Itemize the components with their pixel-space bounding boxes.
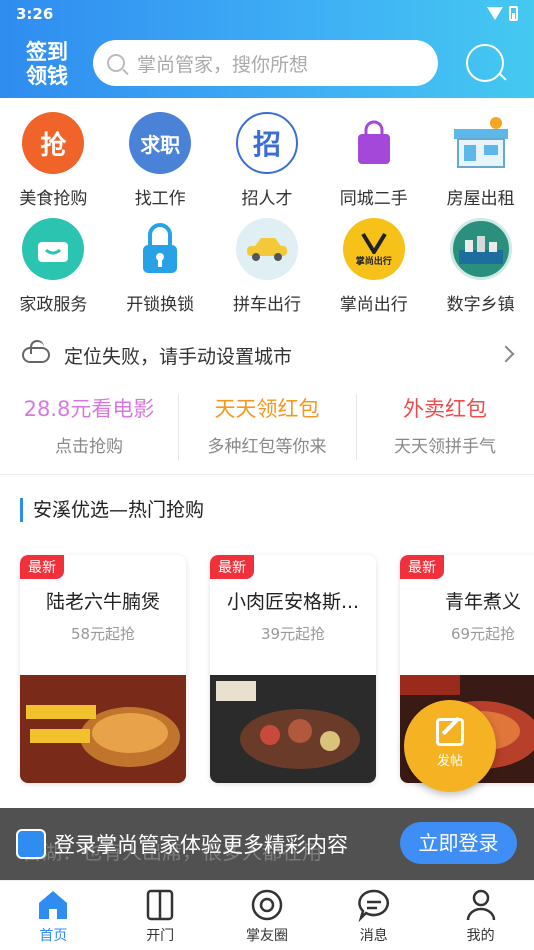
card-name: 青年煮义 <box>444 591 521 613</box>
recruit-icon: 招 <box>235 112 298 174</box>
search-icon <box>107 54 125 72</box>
chevron-right-icon <box>497 345 515 363</box>
tab-home[interactable]: 首页 <box>0 881 107 950</box>
section-title: 安溪优选—热门抢购 <box>20 498 204 522</box>
grid-label: 找工作 <box>134 189 186 209</box>
card-name: 小肉匠安格斯... <box>226 591 360 613</box>
edit-icon <box>436 718 464 746</box>
grid-item-housekeeping[interactable]: 家政服务 <box>0 214 107 320</box>
grid-item-secondhand[interactable]: 同城二手 <box>320 108 427 214</box>
promo-takeout[interactable]: 外卖红包 天天领拼手气 <box>356 392 534 464</box>
status-bar: 3:26 <box>0 0 534 28</box>
card-price: 69元起抢 <box>450 625 516 643</box>
location-text: 定位失败，请手动设置城市 <box>64 345 293 368</box>
grid-label: 美食抢购 <box>19 189 88 209</box>
lock-icon <box>129 218 191 280</box>
new-badge: 最新 <box>210 555 254 579</box>
search-button-icon[interactable] <box>466 44 504 82</box>
grid-label: 拼车出行 <box>232 295 301 315</box>
grab-icon: 抢 <box>22 112 85 174</box>
header: 3:26 签到领钱 掌尚管家，搜你所想 <box>0 0 534 98</box>
signin-button[interactable]: 签到领钱 <box>22 40 72 88</box>
post-label: 发帖 <box>436 754 463 769</box>
grid-item-carpool[interactable]: 拼车出行 <box>214 214 321 320</box>
grid-label: 同城二手 <box>339 189 408 209</box>
door-icon <box>146 889 174 921</box>
location-bar[interactable]: 定位失败，请手动设置城市 <box>0 330 534 380</box>
promo-sub: 多种红包等你来 <box>207 437 327 457</box>
divider <box>0 474 534 475</box>
person-icon <box>466 889 495 921</box>
shopping-bag-icon <box>343 112 405 174</box>
new-badge: 最新 <box>400 555 444 579</box>
app-logo-icon <box>16 829 46 859</box>
grid-item-jobs[interactable]: 求职 找工作 <box>107 108 214 214</box>
app-screen: 3:26 签到领钱 掌尚管家，搜你所想 抢 美食抢购 求职 找工作 招 招人才 … <box>0 0 534 950</box>
login-button[interactable]: 立即登录 <box>400 822 517 864</box>
battery-icon <box>509 6 518 21</box>
tab-label: 我的 <box>466 928 495 944</box>
grid-item-food[interactable]: 抢 美食抢购 <box>0 108 107 214</box>
card-price: 58元起抢 <box>70 625 136 643</box>
status-icons <box>487 6 518 21</box>
service-grid: 抢 美食抢购 求职 找工作 招 招人才 同城二手 房屋出租 家政服务 开锁换锁 … <box>0 108 534 320</box>
promo-sub: 天天领拼手气 <box>394 437 496 457</box>
tab-circle[interactable]: 掌友圈 <box>214 881 321 950</box>
circle-icon <box>251 889 283 921</box>
grid-item-locksmith[interactable]: 开锁换锁 <box>107 214 214 320</box>
banner-text: 登录掌尚管家体验更多精彩内容 <box>54 833 348 857</box>
cloud-icon <box>22 340 50 363</box>
car-icon <box>235 218 298 280</box>
card-name: 陆老六牛腩煲 <box>45 591 160 613</box>
grid-label: 招人才 <box>241 189 293 209</box>
tab-label: 掌友圈 <box>245 928 288 944</box>
promo-title: 28.8元看电影 <box>23 397 155 421</box>
login-banner: 首湖：也有人出席，很多人都在用 登录掌尚管家体验更多精彩内容 立即登录 <box>0 808 534 880</box>
grid-label: 开锁换锁 <box>126 295 195 315</box>
grid-label: 数字乡镇 <box>446 295 515 315</box>
new-badge: 最新 <box>20 555 64 579</box>
town-icon <box>449 218 512 280</box>
search-placeholder: 掌尚管家，搜你所想 <box>137 53 309 76</box>
wifi-icon <box>487 7 503 20</box>
grid-label: 家政服务 <box>19 295 88 315</box>
search-input[interactable]: 掌尚管家，搜你所想 <box>93 40 438 86</box>
deal-card[interactable]: 最新 小肉匠安格斯... 39元起抢 <box>210 555 376 783</box>
post-button[interactable]: 发帖 <box>404 700 496 792</box>
house-icon <box>450 112 512 174</box>
tab-label: 消息 <box>359 928 388 944</box>
grid-label: 掌尚出行 <box>339 295 408 315</box>
promo-movie[interactable]: 28.8元看电影 点击抢购 <box>0 392 178 464</box>
grid-item-digital-town[interactable]: 数字乡镇 <box>427 214 534 320</box>
promo-redpacket[interactable]: 天天领红包 多种红包等你来 <box>178 392 356 464</box>
tab-messages[interactable]: 消息 <box>320 881 427 950</box>
promo-title: 天天领红包 <box>214 397 320 421</box>
grid-item-zs-travel[interactable]: 掌尚出行 掌尚出行 <box>320 214 427 320</box>
promo-row: 28.8元看电影 点击抢购 天天领红包 多种红包等你来 外卖红包 天天领拼手气 <box>0 392 534 464</box>
card-image <box>20 675 186 783</box>
promo-sub: 点击抢购 <box>55 437 123 457</box>
promo-title: 外卖红包 <box>403 397 487 421</box>
message-icon <box>358 889 389 923</box>
tab-mine[interactable]: 我的 <box>427 881 534 950</box>
deal-card[interactable]: 最新 陆老六牛腩煲 58元起抢 <box>20 555 186 783</box>
tab-bar: 首页 开门 掌友圈 消息 我的 <box>0 880 534 950</box>
tab-door[interactable]: 开门 <box>107 881 214 950</box>
tab-label: 开门 <box>146 928 175 944</box>
zs-travel-icon: 掌尚出行 <box>342 218 405 280</box>
job-icon: 求职 <box>129 112 192 174</box>
card-image <box>210 675 376 783</box>
status-time: 3:26 <box>16 5 54 23</box>
grid-item-recruit[interactable]: 招 招人才 <box>214 108 321 214</box>
card-price: 39元起抢 <box>260 625 326 643</box>
home-icon <box>39 891 68 919</box>
apron-icon <box>22 218 85 280</box>
tab-label: 首页 <box>39 928 68 944</box>
grid-label: 房屋出租 <box>446 189 515 209</box>
grid-item-rental[interactable]: 房屋出租 <box>427 108 534 214</box>
